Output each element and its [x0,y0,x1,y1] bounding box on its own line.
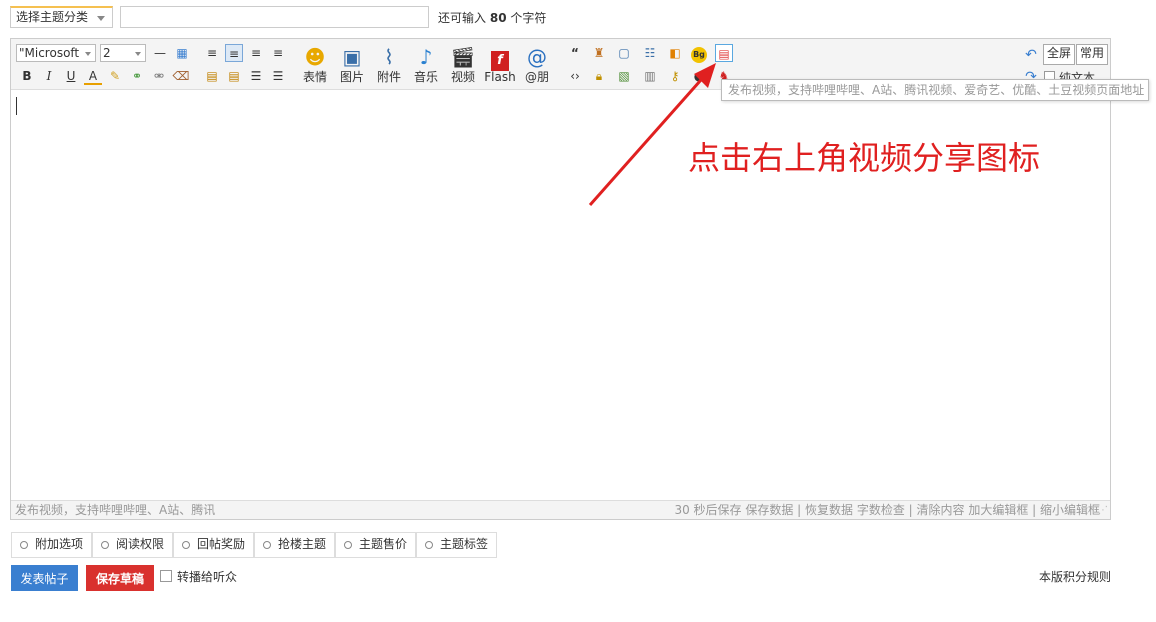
option-label: 主题售价 [359,537,408,551]
radio-dot-icon [182,540,190,549]
radio-dot-icon [20,540,28,549]
media-label: 视频 [450,70,475,84]
align-center-icon[interactable]: ≡ [247,44,265,62]
status-left-text: 发布视频，支持哔哩哔哩、A站、腾讯 [15,503,216,517]
font-size-select[interactable]: 2 [100,44,146,62]
float-right-icon[interactable]: ▤ [225,67,243,85]
media-button-attachment[interactable]: ⌇ 附件 [372,44,406,84]
unordered-list-icon[interactable]: ☰ [269,67,287,85]
media-label: 附件 [376,70,401,84]
clear-format-icon[interactable]: ⌫ [172,67,190,85]
media-label: 表情 [302,70,327,84]
align-justify-icon[interactable]: ≡ [225,44,243,62]
publish-button[interactable]: 发表帖子 [11,565,78,591]
font-color-icon[interactable]: A [84,67,102,85]
chevron-down-icon [85,52,91,56]
char-count-hint: 还可输入 80 个字符 [438,9,546,26]
radio-dot-icon [425,540,433,549]
flash-icon: f [483,44,517,71]
media-button-music[interactable]: ♪ 音乐 [409,44,443,84]
paperclip-icon: ⌇ [384,45,394,69]
media-label: Flash [484,70,516,84]
option-label: 附加选项 [35,537,84,551]
common-button[interactable]: 常用 [1076,44,1109,65]
title-input[interactable] [120,6,429,28]
option-reply-reward[interactable]: 回帖奖励 [173,532,255,558]
film-icon: 🎬︎ [450,45,476,69]
radio-dot-icon [101,540,109,549]
highlight-icon[interactable]: ✎ [106,67,124,85]
italic-icon[interactable]: I [40,67,58,85]
float-left-icon[interactable]: ▤ [203,67,221,85]
option-label: 回帖奖励 [197,537,246,551]
media-button-video[interactable]: 🎬︎ 视频 [446,44,480,84]
media-label: 图片 [339,70,364,84]
media-button-image[interactable]: ▣ 图片 [335,44,369,84]
option-label: 阅读权限 [116,537,165,551]
media-label: 音乐 [413,70,438,84]
editor-statusbar: 发布视频，支持哔哩哔哩、A站、腾讯 30 秒后保存 保存数据 | 恢复数据 字数… [11,500,1110,519]
save-draft-button[interactable]: 保存草稿 [86,565,154,591]
undo-icon[interactable]: ↶ [1022,46,1040,64]
music-note-icon: ♪ [419,45,433,69]
forward-label: 转播给听众 [177,570,238,584]
char-hint-prefix: 还可输入 [438,11,487,25]
horizontal-rule-icon[interactable]: — [151,44,169,62]
editor-content-area[interactable] [11,91,1110,499]
font-size-value: 2 [103,46,111,60]
table-icon[interactable]: ▦ [173,44,191,62]
media-button-flash[interactable]: f Flash [483,44,517,84]
align-left-icon[interactable]: ≡ [203,44,221,62]
option-label: 抢楼主题 [278,537,327,551]
option-read-permission[interactable]: 阅读权限 [92,532,174,558]
font-family-value: "Microsoft [19,46,80,60]
char-hint-suffix: 个字符 [510,11,547,25]
smiley-icon: ☻ [304,45,326,69]
underline-icon[interactable]: U [62,67,80,85]
fullscreen-button[interactable]: 全屏 [1043,44,1076,65]
category-select[interactable]: 选择主题分类 [10,6,113,28]
bold-icon[interactable]: B [18,67,36,85]
chevron-down-icon [135,52,141,56]
status-right-text[interactable]: 30 秒后保存 保存数据 | 恢复数据 字数检查 | 清除内容 加大编辑框 | … [674,501,1100,519]
image-icon: ▣ [342,45,362,69]
radio-dot-icon [263,540,271,549]
ordered-list-icon[interactable]: ☰ [247,67,265,85]
option-price[interactable]: 主题售价 [335,532,417,558]
media-button-emoji[interactable]: ☻ 表情 [298,44,332,84]
score-rules-link[interactable]: 本版积分规则 [1039,568,1111,585]
resize-grip-icon[interactable]: ⋰ [1098,506,1108,518]
category-select-value: 选择主题分类 [16,10,89,24]
option-tags[interactable]: 主题标签 [416,532,498,558]
link-icon[interactable]: ⚭ [128,67,146,85]
option-label: 主题标签 [440,537,489,551]
unlink-icon[interactable]: ⚮ [150,67,168,85]
media-button-mention[interactable]: @ @朋 [520,44,554,84]
option-extra[interactable]: 附加选项 [11,532,93,558]
option-floor-grab[interactable]: 抢楼主题 [254,532,336,558]
radio-dot-icon [344,540,352,549]
font-family-select[interactable]: "Microsoft [16,44,96,62]
at-icon: @ [527,45,547,69]
char-hint-count: 80 [489,11,507,25]
forward-checkbox[interactable] [160,570,172,582]
chevron-down-icon [97,16,105,21]
media-label: @朋 [524,70,549,84]
align-right-icon[interactable]: ≡ [269,44,287,62]
